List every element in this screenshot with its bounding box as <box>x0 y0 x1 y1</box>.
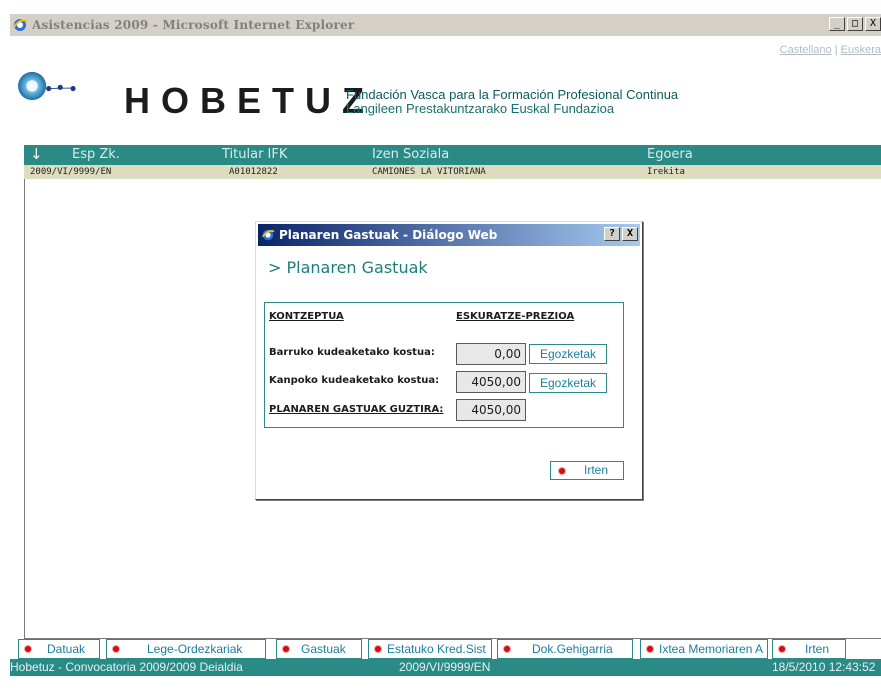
dialog-title-bar: Planaren Gastuak - Diálogo Web ? X <box>258 224 640 246</box>
dialog-heading: > Planaren Gastuak <box>268 258 428 277</box>
costs-panel: KONTZEPTUA ESKURATZE-PREZIOA Barruko kud… <box>264 302 624 428</box>
bullet-icon <box>559 468 565 474</box>
bullet-icon <box>647 646 653 652</box>
tab-label: Lege-Ordezkariak <box>147 642 243 656</box>
ie-icon <box>13 19 28 31</box>
bullet-icon <box>375 646 381 652</box>
table-row[interactable]: 2009/VI/9999/EN A01012822 CAMIONES LA VI… <box>24 165 881 179</box>
hobetuz-logo-icon <box>18 71 76 101</box>
cell-titular: A01012822 <box>229 167 278 177</box>
dialog-close-button[interactable]: X <box>622 227 638 241</box>
brand-name: HOBETUZ <box>124 80 375 121</box>
bullet-icon <box>113 646 119 652</box>
tab-label: Gastuak <box>301 642 346 656</box>
sort-arrow-icon[interactable]: ↓ <box>30 145 43 163</box>
header-kontzeptua: KONTZEPTUA <box>269 311 344 322</box>
col-header-esp-zk[interactable]: Esp Zk. <box>72 147 120 162</box>
tab-label: Irten <box>805 642 830 656</box>
irten-button-label: Irten <box>584 463 609 477</box>
bullet-icon <box>779 646 785 652</box>
tab-label: Ixtea Memoriaren A <box>659 642 764 656</box>
label-barruko: Barruko kudeaketako kostua: <box>269 347 435 358</box>
language-switcher: Castellano | Euskera <box>780 44 881 56</box>
window-title: Asistencias 2009 - Microsoft Internet Ex… <box>32 18 355 32</box>
value-total: 4050,00 <box>456 399 526 421</box>
bullet-icon <box>283 646 289 652</box>
tab-label: Datuak <box>47 642 86 656</box>
status-bar: Hobetuz - Convocatoria 2009/2009 Deialdi… <box>10 659 881 676</box>
value-barruko: 0,00 <box>456 343 526 365</box>
brand-subtitle-es: Fundación Vasca para la Formación Profes… <box>346 87 679 102</box>
brand-subtitle-eu: Langileen Prestakuntzarako Euskal Fundaz… <box>346 101 615 116</box>
status-right: 18/5/2010 12:43:52 <box>772 660 876 674</box>
cell-esp-zk: 2009/VI/9999/EN <box>30 167 112 177</box>
irten-button[interactable]: Irten <box>550 461 624 480</box>
col-header-titular[interactable]: Titular IFK <box>222 147 287 162</box>
status-center: 2009/VI/9999/EN <box>399 660 491 674</box>
ie-icon <box>262 229 275 241</box>
tab-lege-ordezkariak[interactable]: Lege-Ordezkariak <box>106 639 266 659</box>
col-header-egoera[interactable]: Egoera <box>647 147 693 162</box>
minimize-button[interactable]: _ <box>829 17 845 31</box>
egozketak-button-kanpoko[interactable]: Egozketak <box>529 373 607 393</box>
tab-label: Dok.Gehigarria <box>532 642 613 656</box>
tab-irten[interactable]: Irten <box>772 639 846 659</box>
tab-label: Estatuko Kred.Sist <box>387 642 486 656</box>
title-bar: Asistencias 2009 - Microsoft Internet Ex… <box>10 14 881 36</box>
tab-datuak[interactable]: Datuak <box>18 639 100 659</box>
euskera-link[interactable]: Euskera <box>841 44 881 56</box>
dialog-title: Planaren Gastuak - Diálogo Web <box>279 228 498 242</box>
col-header-izen[interactable]: Izen Soziala <box>372 147 449 162</box>
status-left: Hobetuz - Convocatoria 2009/2009 Deialdi… <box>10 660 243 674</box>
header-eskuratze-prezioa: ESKURATZE-PREZIOA <box>456 311 575 322</box>
brand-subtitle: Fundación Vasca para la Formación Profes… <box>346 88 678 116</box>
grid-header: ↓ Esp Zk. Titular IFK Izen Soziala Egoer… <box>24 145 881 165</box>
bullet-icon <box>504 646 510 652</box>
help-button[interactable]: ? <box>604 227 620 241</box>
value-kanpoko: 4050,00 <box>456 371 526 393</box>
tab-dok-gehigarria[interactable]: Dok.Gehigarria <box>497 639 633 659</box>
cell-egoera: Irekita <box>647 167 685 177</box>
egozketak-button-barruko[interactable]: Egozketak <box>529 344 607 364</box>
tab-gastuak[interactable]: Gastuak <box>276 639 362 659</box>
bullet-icon <box>25 646 31 652</box>
close-button[interactable]: X <box>865 17 881 31</box>
cell-izen: CAMIONES LA VITORIANA <box>372 167 486 177</box>
lang-separator: | <box>831 44 841 56</box>
castellano-link[interactable]: Castellano <box>780 44 832 56</box>
web-dialog: Planaren Gastuak - Diálogo Web ? X > Pla… <box>255 221 643 500</box>
maximize-button[interactable]: □ <box>847 17 863 31</box>
label-kanpoko: Kanpoko kudeaketako kostua: <box>269 375 440 386</box>
bottom-tabs: Datuak Lege-Ordezkariak Gastuak Estatuko… <box>18 639 881 659</box>
tab-ixtea-memoriaren[interactable]: Ixtea Memoriaren A <box>640 639 768 659</box>
label-total: PLANAREN GASTUAK GUZTIRA: <box>269 404 444 415</box>
tab-estatuko-kred-sist[interactable]: Estatuko Kred.Sist <box>368 639 492 659</box>
